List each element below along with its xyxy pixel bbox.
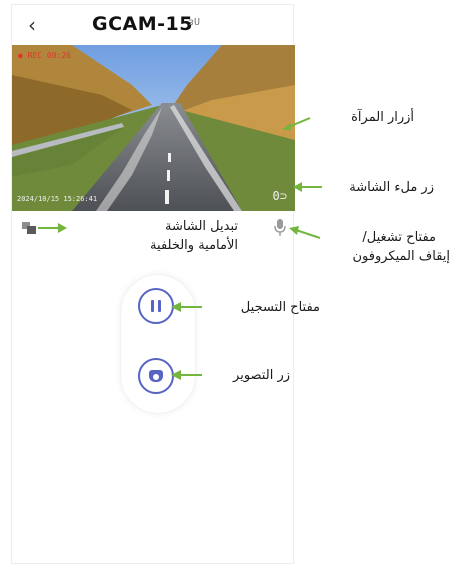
label-fill-screen: زر ملء الشاشة xyxy=(349,180,434,195)
video-timestamp: 2024/10/15 15:26:41 xyxy=(17,195,98,203)
arrow-switch xyxy=(38,223,67,233)
photo-button[interactable] xyxy=(138,358,174,394)
recording-indicator: ● REC 00:26 xyxy=(18,51,71,60)
label-switch-line2: الأمامية والخلفية xyxy=(150,238,238,253)
live-video-view[interactable]: ● REC 00:26 2024/10/15 15:26:41 0⊃ xyxy=(12,45,295,211)
label-photo-button: زر التصوير xyxy=(233,368,290,383)
arrow-mirror xyxy=(282,117,311,130)
screen-switch-icon[interactable] xyxy=(22,222,36,234)
label-record-toggle: مفتاح التسجيل xyxy=(240,300,320,315)
label-switch-line1: تبديل الشاشة xyxy=(165,219,238,234)
label-mic-line1: مفتاح تشغيل/ xyxy=(362,230,436,245)
fill-screen-button[interactable]: 0⊃ xyxy=(273,189,287,203)
header: ‹ GCAM-15 ᴈU xyxy=(12,5,293,45)
arrow-mic xyxy=(289,226,321,239)
page-title: GCAM-15 xyxy=(92,13,193,35)
fullscreen-icon: 0⊃ xyxy=(272,189,287,203)
microphone-icon[interactable] xyxy=(274,219,286,237)
label-mirror-buttons: أزرار المرآة xyxy=(351,110,414,125)
arrow-record xyxy=(171,302,202,312)
arrow-fill-screen xyxy=(293,182,322,192)
road-scene xyxy=(12,45,295,211)
back-button[interactable]: ‹ xyxy=(20,13,44,37)
chevron-left-icon: ‹ xyxy=(28,13,36,37)
title-extra-glyph: ᴈU xyxy=(188,17,201,28)
label-mic-line2: إيقاف الميكروفون xyxy=(352,249,451,264)
record-toggle-button[interactable] xyxy=(138,288,174,324)
arrow-photo xyxy=(171,370,202,380)
app-screen: ‹ GCAM-15 ᴈU ● REC 00:26 2024/10/15 15:2… xyxy=(11,4,295,564)
